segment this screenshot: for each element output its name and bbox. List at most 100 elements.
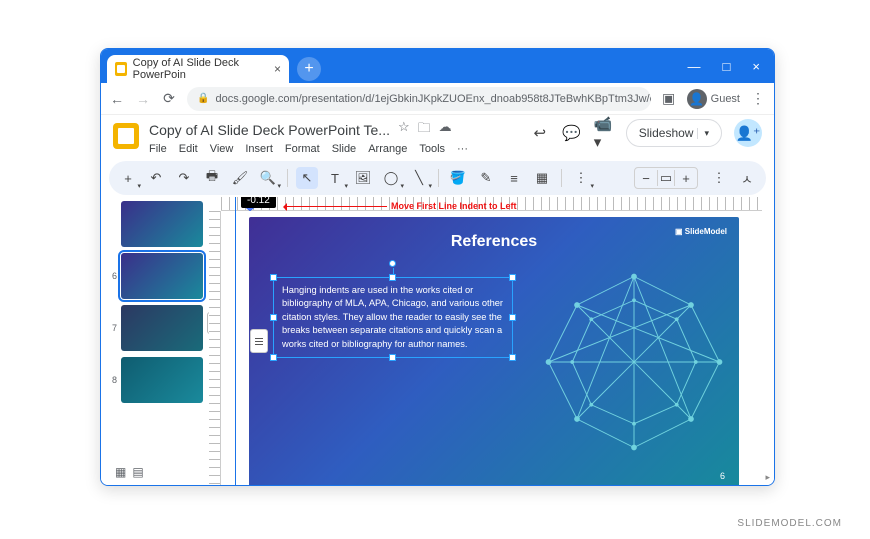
- slidemodel-logo: SlideModel: [675, 227, 727, 236]
- resize-handle[interactable]: [270, 274, 277, 281]
- menu-slide[interactable]: Slide: [332, 143, 356, 155]
- line-tool[interactable]: ╲: [408, 167, 430, 189]
- slide-canvas[interactable]: -0.12 Move First Line Indent to Left Sli…: [209, 197, 774, 485]
- slide[interactable]: SlideModel References Hanging indents ar…: [249, 217, 739, 485]
- menu-edit[interactable]: Edit: [179, 143, 198, 155]
- install-app-icon[interactable]: ▣: [661, 91, 677, 107]
- tab-title: Copy of AI Slide Deck PowerPoin: [133, 57, 268, 81]
- resize-handle[interactable]: [270, 354, 277, 361]
- new-tab-button[interactable]: +: [297, 57, 321, 81]
- selected-textbox[interactable]: Hanging indents are used in the works ci…: [273, 277, 513, 358]
- browser-window: Copy of AI Slide Deck PowerPoin × + — □ …: [100, 48, 775, 486]
- profile-guest[interactable]: 👤 Guest: [687, 89, 740, 109]
- window-controls: — □ ×: [688, 59, 774, 74]
- zoom-tool[interactable]: 🔍: [257, 167, 279, 189]
- share-button[interactable]: 👤⁺: [734, 119, 762, 147]
- annotation-text: Move First Line Indent to Left: [391, 201, 517, 211]
- forward-icon[interactable]: →: [135, 91, 151, 107]
- fill-color-tool[interactable]: 🪣: [447, 167, 469, 189]
- annotation: Move First Line Indent to Left: [285, 201, 517, 211]
- slide-thumbnail[interactable]: [121, 253, 203, 299]
- slide-page-number: 6: [720, 471, 725, 481]
- slide-panel: 6 7 8 ▦ ▤: [101, 197, 209, 485]
- back-icon[interactable]: ←: [109, 91, 125, 107]
- scroll-right-icon[interactable]: ▸: [765, 472, 770, 483]
- toolbar: + ↶ ↷ 🖶 🖌 🔍 ↖ T 🖼 ◯ ╲ 🪣 ✎ ≡ ▦ ⋮ − ▭ + ⋮ …: [109, 161, 766, 195]
- slideshow-button[interactable]: Slideshow ▾: [626, 119, 722, 147]
- image-tool[interactable]: 🖼: [352, 167, 374, 189]
- resize-handle[interactable]: [270, 314, 277, 321]
- browser-tab[interactable]: Copy of AI Slide Deck PowerPoin ×: [107, 55, 289, 83]
- arrow-icon: [285, 206, 387, 207]
- hide-menus-button[interactable]: ㅅ: [736, 167, 758, 189]
- select-tool[interactable]: ↖: [296, 167, 318, 189]
- slide-thumbnail[interactable]: [121, 357, 203, 403]
- decorative-geometry: [539, 267, 729, 457]
- horizontal-ruler[interactable]: -0.12 Move First Line Indent to Left: [221, 197, 762, 211]
- new-slide-button[interactable]: +: [117, 167, 139, 189]
- border-weight-tool[interactable]: ≡: [503, 167, 525, 189]
- minimize-icon[interactable]: —: [688, 59, 701, 74]
- maximize-icon[interactable]: □: [723, 59, 731, 74]
- slide-thumbnail[interactable]: [121, 201, 203, 247]
- undo-button[interactable]: ↶: [145, 167, 167, 189]
- move-folder-icon[interactable]: 🗀: [418, 119, 431, 141]
- resize-handle[interactable]: [389, 354, 396, 361]
- menu-insert[interactable]: Insert: [245, 143, 273, 155]
- more-tools[interactable]: ⋮: [570, 167, 592, 189]
- url-text: docs.google.com/presentation/d/1ejGbkinJ…: [215, 93, 650, 105]
- menu-file[interactable]: File: [149, 143, 167, 155]
- grid-view-icon[interactable]: ▦: [115, 465, 126, 479]
- redo-button[interactable]: ↷: [173, 167, 195, 189]
- menu-arrange[interactable]: Arrange: [368, 143, 407, 155]
- resize-handle[interactable]: [509, 354, 516, 361]
- star-icon[interactable]: ☆: [398, 119, 410, 141]
- resize-handle[interactable]: [389, 274, 396, 281]
- resize-handle[interactable]: [509, 274, 516, 281]
- toolbar-overflow[interactable]: ⋮: [708, 167, 730, 189]
- menu-format[interactable]: Format: [285, 143, 320, 155]
- reload-icon[interactable]: ⟳: [161, 91, 177, 107]
- meet-icon[interactable]: 📹▾: [594, 123, 614, 143]
- slides-app-icon[interactable]: [113, 123, 139, 149]
- border-color-tool[interactable]: ✎: [475, 167, 497, 189]
- rotate-handle[interactable]: [389, 260, 396, 267]
- titlebar: Copy of AI Slide Deck PowerPoin × + — □ …: [101, 49, 774, 83]
- document-header: Copy of AI Slide Deck PowerPoint Te... ☆…: [101, 115, 774, 159]
- resize-handle[interactable]: [509, 314, 516, 321]
- document-title[interactable]: Copy of AI Slide Deck PowerPoint Te...: [149, 122, 390, 138]
- slide-thumbnail[interactable]: [121, 305, 203, 351]
- comments-icon[interactable]: 💬: [562, 123, 582, 143]
- url-input[interactable]: 🔒 docs.google.com/presentation/d/1ejGbki…: [187, 87, 651, 111]
- print-button[interactable]: 🖶: [201, 167, 223, 189]
- slides-favicon: [115, 62, 127, 76]
- autofit-button[interactable]: [250, 329, 268, 353]
- cloud-saved-icon: ☁: [439, 119, 452, 141]
- border-dash-tool[interactable]: ▦: [531, 167, 553, 189]
- history-icon[interactable]: ↩: [530, 123, 550, 143]
- alignment-guide: [235, 197, 236, 485]
- zoom-in-button[interactable]: +: [679, 171, 693, 186]
- zoom-out-button[interactable]: −: [639, 171, 653, 186]
- shape-tool[interactable]: ◯: [380, 167, 402, 189]
- menu-tools[interactable]: Tools: [419, 143, 445, 155]
- menu-view[interactable]: View: [210, 143, 234, 155]
- slideshow-dropdown-icon[interactable]: ▾: [697, 128, 709, 139]
- vertical-ruler[interactable]: [209, 211, 221, 485]
- paint-format-button[interactable]: 🖌: [229, 167, 251, 189]
- textbox-content[interactable]: Hanging indents are used in the works ci…: [282, 284, 504, 351]
- close-window-icon[interactable]: ×: [752, 59, 760, 74]
- menu-more[interactable]: ···: [457, 143, 468, 155]
- zoom-control: − ▭ +: [634, 167, 698, 189]
- thumb-num: 6: [107, 271, 117, 281]
- avatar-icon: 👤: [687, 89, 707, 109]
- close-tab-icon[interactable]: ×: [274, 62, 281, 76]
- kebab-menu-icon[interactable]: ⋮: [750, 91, 766, 107]
- filmstrip-view-icon[interactable]: ▤: [132, 465, 143, 479]
- address-bar: ← → ⟳ 🔒 docs.google.com/presentation/d/1…: [101, 83, 774, 115]
- thumb-num: 7: [107, 323, 117, 333]
- watermark: SLIDEMODEL.COM: [737, 518, 842, 529]
- slide-title: References: [249, 217, 739, 251]
- zoom-fit-button[interactable]: ▭: [657, 170, 675, 186]
- textbox-tool[interactable]: T: [324, 167, 346, 189]
